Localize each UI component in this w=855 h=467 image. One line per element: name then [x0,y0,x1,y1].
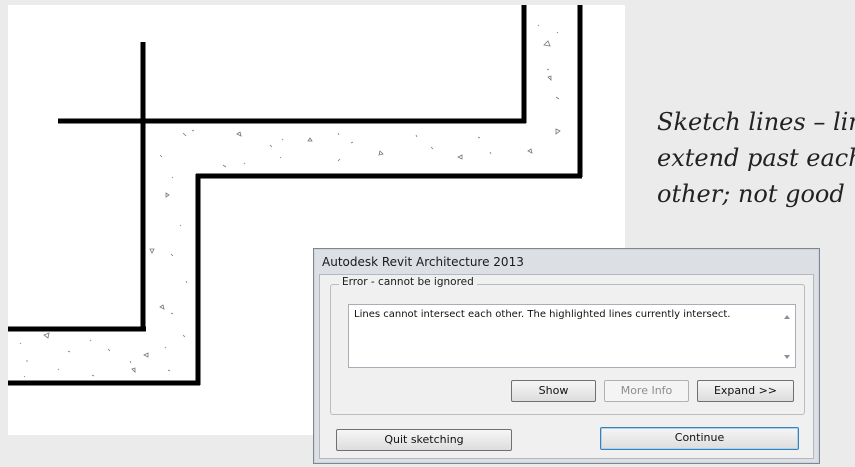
scroll-up-arrow-icon[interactable] [784,315,790,319]
error-message: Lines cannot intersect each other. The h… [354,309,731,320]
caption-line-3: other; not good [657,180,845,208]
error-dialog: Autodesk Revit Architecture 2013 Error -… [313,248,820,464]
quit-sketching-button[interactable]: Quit sketching [336,429,512,451]
annotation-caption: Sketch lines – lines extend past each ot… [657,104,855,212]
error-group-label: Error - cannot be ignored [339,276,477,288]
continue-button[interactable]: Continue [600,427,799,450]
caption-line-1: Sketch lines – lines [657,108,855,136]
dialog-body: Error - cannot be ignored Lines cannot i… [319,274,814,459]
dialog-title: Autodesk Revit Architecture 2013 [322,255,524,269]
show-button[interactable]: Show [511,380,596,402]
scroll-down-arrow-icon[interactable] [784,355,790,359]
more-info-button[interactable]: More Info [604,380,689,402]
error-group-box: Error - cannot be ignored Lines cannot i… [330,276,805,415]
expand-button[interactable]: Expand >> [697,380,794,402]
caption-line-2: extend past each [657,144,855,172]
message-scrollbar[interactable] [779,305,795,367]
error-message-box[interactable]: Lines cannot intersect each other. The h… [348,304,796,368]
